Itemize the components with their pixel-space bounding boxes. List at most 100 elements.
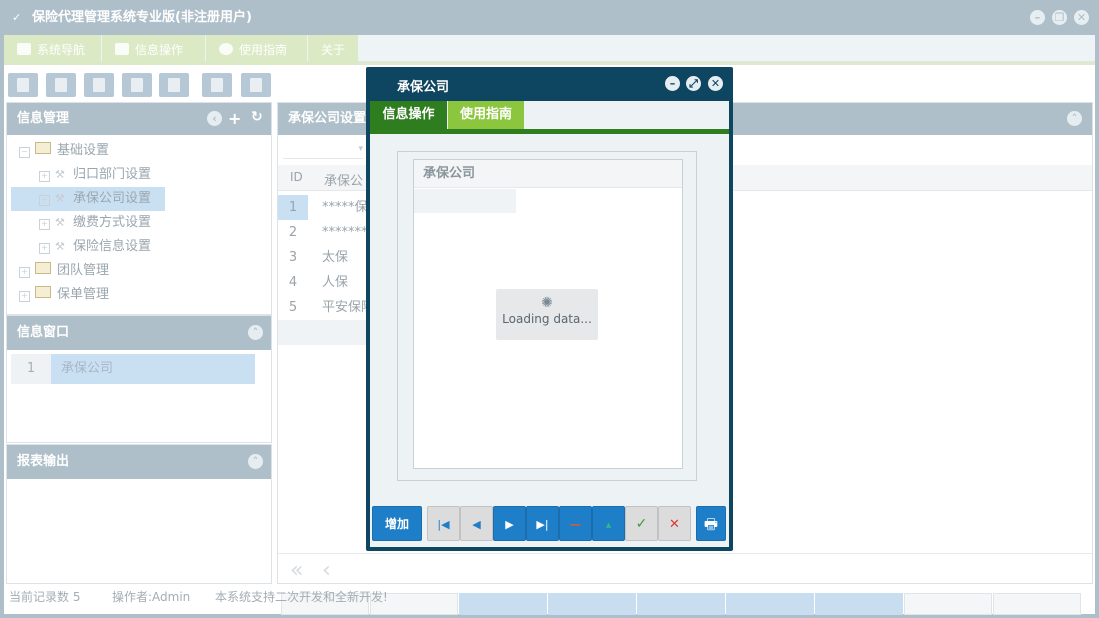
tab-user-guide[interactable]: 使用指南 (206, 35, 307, 65)
folder-icon (35, 262, 51, 274)
tree-item-payment[interactable]: + ⚒ 缴费方式设置 (39, 211, 151, 235)
print-icon[interactable]: 🖶 (696, 506, 726, 541)
dialog-tab-operation[interactable]: 信息操作 (370, 101, 447, 129)
tree-label: 缴费方式设置 (73, 215, 152, 230)
record-count: 当前记录数 5 (9, 590, 81, 604)
row-name[interactable]: 人保 (322, 270, 348, 295)
app-logo-icon: ✓ (12, 11, 22, 24)
expand-icon[interactable]: + (19, 267, 30, 278)
expand-icon[interactable]: + (39, 219, 50, 230)
collapse-panel-icon[interactable]: ˄ (248, 454, 263, 469)
minimize-icon[interactable]: – (665, 76, 680, 91)
monitor-icon (17, 43, 31, 55)
window-list-item[interactable]: 承保公司 (51, 354, 255, 384)
close-icon[interactable]: ✕ (1074, 10, 1089, 25)
folder-icon (35, 142, 51, 154)
wrench-icon: ⚒ (55, 240, 65, 253)
expand-icon[interactable]: + (39, 171, 50, 182)
dialog-grid-header[interactable]: 承保公司 (414, 160, 682, 188)
row-id: 5 (288, 300, 298, 315)
screen-icon[interactable] (159, 73, 189, 97)
first-record-icon[interactable]: |◀ (427, 506, 460, 541)
row-name[interactable]: 太保 (322, 245, 348, 270)
next-record-icon[interactable]: ▶ (493, 506, 526, 541)
tab-label: 信息操作 (135, 43, 184, 57)
column-name[interactable]: 承保公 (324, 170, 363, 189)
confirm-icon[interactable]: ✓ (625, 506, 658, 541)
tab-system-nav[interactable]: 系统导航 (4, 35, 101, 65)
spinner-icon: ✺ (541, 295, 553, 311)
prev-page-icon[interactable]: ‹ (322, 558, 331, 583)
grid-empty-row (414, 189, 516, 213)
row-number: 1 (11, 354, 51, 384)
filter-dropdown[interactable]: ▾ (283, 139, 363, 159)
tab-label: 系统导航 (37, 43, 86, 57)
maximize-icon[interactable]: ⤢ (686, 76, 701, 91)
wrench-icon: ⚒ (55, 192, 65, 205)
minimize-icon[interactable]: – (1030, 10, 1045, 25)
tree-folder-policy[interactable]: + 保单管理 (19, 283, 109, 307)
dialog-tab-guide[interactable]: 使用指南 (448, 101, 524, 129)
cancel-icon[interactable]: ✕ (658, 506, 691, 541)
tree-label: 基础设置 (57, 143, 110, 158)
tree-label: 团队管理 (57, 263, 110, 278)
info-management-panel: 信息管理 ‹ + ↻ − 基础设置 + ⚒ 归口部门设置 + ⚒ 承保公司设置 + ⚒ 缴费方… (6, 102, 272, 315)
tab-label: 使用指南 (239, 43, 288, 57)
user-icon[interactable] (122, 73, 152, 97)
column-id[interactable]: ID (290, 170, 303, 184)
prev-record-icon[interactable]: ◀ (460, 506, 493, 541)
info-window-panel: 信息窗口 ˄ 1 承保公司 (6, 315, 272, 443)
delete-icon[interactable]: − (559, 506, 592, 541)
dialog-add-button[interactable]: 增加 (372, 506, 422, 541)
window-title: 保险代理管理系统专业版(非注册用户) (32, 10, 252, 25)
list-icon[interactable] (46, 73, 76, 97)
collapse-icon[interactable]: − (19, 147, 30, 158)
window-titlebar: ✓ 保险代理管理系统专业版(非注册用户) – ❐ ✕ (0, 0, 1099, 35)
expand-icon[interactable]: + (19, 291, 30, 302)
restore-icon[interactable]: ❐ (1052, 10, 1067, 25)
first-page-icon[interactable]: « (290, 558, 303, 583)
status-bar: 当前记录数 5 操作者:Admin 本系统支持二次开发和全新开发! (4, 586, 1095, 610)
folder-icon (35, 286, 51, 298)
divider (278, 553, 1092, 554)
tree-item-department[interactable]: + ⚒ 归口部门设置 (39, 163, 151, 187)
add-icon[interactable]: + (228, 109, 241, 128)
edit-icon[interactable]: ▴ (592, 506, 625, 541)
expand-icon[interactable]: + (39, 243, 50, 254)
wrench-icon: ⚒ (55, 216, 65, 229)
operator-label: 操作者:Admin (112, 590, 191, 604)
search-icon[interactable] (8, 73, 38, 97)
row-id: 3 (288, 250, 298, 265)
grid-frame: 承保公司 ✺ Loading data... (397, 151, 697, 481)
close-icon[interactable]: ✕ (708, 76, 723, 91)
system-notice: 本系统支持二次开发和全新开发! (215, 590, 388, 604)
dialog-title: 承保公司 (397, 80, 450, 95)
refresh-icon[interactable]: ↻ (251, 109, 263, 125)
tree-label: 保单管理 (57, 287, 110, 302)
info-window-title: 信息窗口 (7, 316, 271, 350)
row-name[interactable]: ******* (322, 220, 368, 245)
tree-folder-basic[interactable]: − 基础设置 (19, 139, 109, 163)
last-record-icon[interactable]: ▶| (526, 506, 559, 541)
report-panel-title: 报表输出 (7, 445, 271, 479)
row-name[interactable]: *****保 (322, 195, 368, 220)
tree-item-insurance-info[interactable]: + ⚒ 保险信息设置 (39, 235, 151, 259)
tree-item-insurer-selected[interactable]: + ⚒ 承保公司设置 (11, 187, 165, 211)
tab-info-operation[interactable]: 信息操作 (102, 35, 205, 65)
insurer-dialog: 承保公司 – ⤢ ✕ 信息操作 使用指南 承保公司 ✺ Loading data… (366, 67, 733, 551)
report-output-panel: 报表输出 ˄ (6, 444, 272, 584)
back-icon[interactable]: ‹ (207, 111, 222, 126)
export-icon[interactable] (202, 73, 232, 97)
row-id: 1 (278, 195, 308, 220)
loading-mask: ✺ Loading data... (496, 289, 598, 340)
print-icon[interactable] (241, 73, 271, 97)
expand-icon[interactable]: + (39, 195, 50, 206)
collapse-panel-icon[interactable]: ˄ (248, 325, 263, 340)
collapse-panel-icon[interactable]: ˄ (1067, 111, 1082, 126)
row-id: 4 (288, 275, 298, 290)
tab-about[interactable]: 关于 (308, 35, 358, 65)
wrench-icon: ⚒ (55, 168, 65, 181)
document-icon[interactable] (84, 73, 114, 97)
row-id: 2 (288, 225, 298, 240)
tree-folder-team[interactable]: + 团队管理 (19, 259, 109, 283)
